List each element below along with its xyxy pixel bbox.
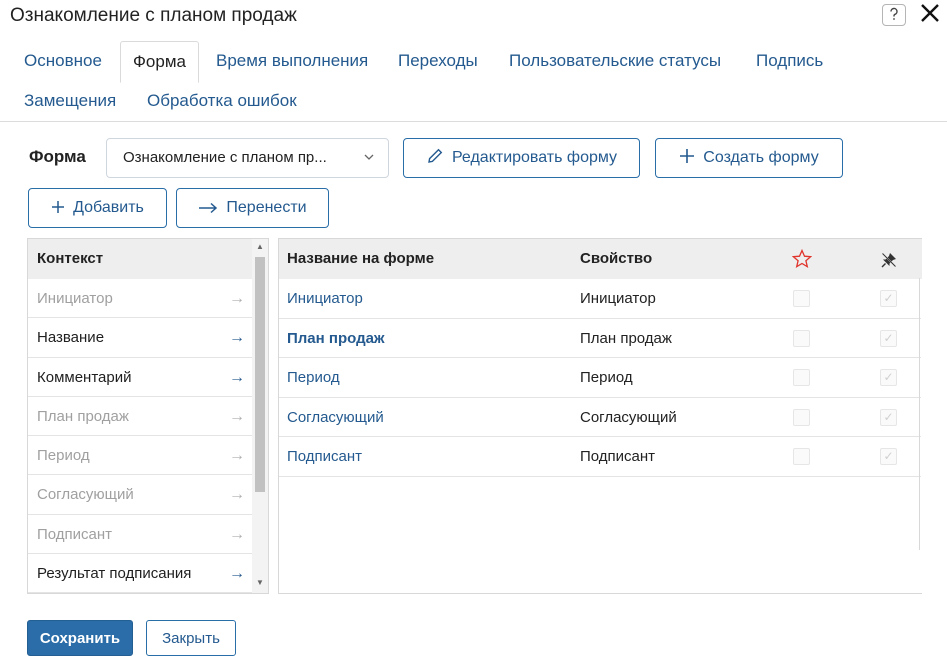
tab-signature[interactable]: Подпись [756,41,823,81]
field-name-link[interactable]: Подписант [287,437,362,476]
context-item-label: Подписант [37,525,113,543]
arrow-right-icon [198,198,218,218]
required-checkbox[interactable] [793,408,810,426]
readonly-checkbox[interactable]: ✓ [880,369,897,386]
fields-right-border [919,278,920,550]
context-panel: Контекст Инициатор → Название → Комментарий →… [27,238,269,594]
tab-substitutions[interactable]: Замещения [24,81,116,121]
readonly-checkbox[interactable]: ✓ [880,329,897,347]
field-name-link[interactable]: Период [287,358,340,397]
context-item[interactable]: Согласующий → [28,475,253,515]
field-property: Период [580,369,633,386]
field-property: Согласующий [580,408,677,426]
field-name-link[interactable]: Согласующий [287,398,384,437]
fields-panel: Название на форме Свойство Инициатор Иниц… [278,238,922,594]
required-checkbox[interactable] [793,448,810,465]
scroll-up-icon[interactable]: ▲ [255,242,265,254]
arrow-right-icon[interactable]: → [229,436,245,475]
scroll-thumb[interactable] [255,257,265,492]
create-form-button[interactable]: Создать форму [655,138,843,178]
arrow-right-icon[interactable]: → [229,554,245,593]
field-property: План продаж [580,329,672,347]
context-item[interactable]: Период → [28,436,253,476]
context-item-label: Инициатор [37,290,113,307]
required-checkbox[interactable] [793,329,810,347]
arrow-right-icon[interactable]: → [229,279,245,318]
scroll-down-icon[interactable]: ▼ [255,578,265,590]
context-item[interactable]: Результат подписания → [28,554,253,593]
context-item-label: Результат подписания [37,565,192,583]
readonly-checkbox[interactable]: ✓ [880,290,897,307]
tab-transitions[interactable]: Переходы [398,41,478,81]
tab-user-statuses[interactable]: Пользовательские статусы [509,41,721,81]
context-header: Контекст [28,239,268,279]
table-row: Подписант Подписант ✓ [279,437,921,477]
create-form-label: Создать форму [703,149,819,166]
field-property: Подписант [580,448,656,465]
fields-header: Название на форме Свойство [279,239,922,279]
pin-icon [880,251,898,273]
arrow-right-icon[interactable]: → [229,515,245,554]
table-row: Согласующий Согласующий ✓ [279,398,921,437]
required-checkbox[interactable] [793,369,810,386]
form-label: Форма [29,147,86,166]
plus-icon [51,198,65,218]
close-button[interactable] [917,2,943,28]
pencil-icon [426,147,444,170]
add-label: Добавить [73,199,144,216]
field-property: Инициатор [580,290,656,307]
arrow-right-icon[interactable]: → [229,358,245,397]
tab-error-handling[interactable]: Обработка ошибок [147,81,297,121]
dialog-title: Ознакомление с планом продаж [10,5,297,26]
header-form-name: Название на форме [287,250,435,267]
form-select[interactable]: Ознакомление с планом пр... [106,138,389,178]
save-button[interactable]: Сохранить [27,620,133,656]
chevron-down-icon [364,139,374,192]
arrow-right-icon[interactable]: → [229,475,245,514]
plus-icon [679,148,695,168]
context-item[interactable]: Комментарий → [28,358,253,397]
star-icon [791,248,813,273]
context-scrollbar[interactable]: ▲ ▼ [252,239,268,593]
field-name-link[interactable]: План продаж [287,319,385,358]
close-icon [920,0,940,29]
context-item-label: Комментарий [37,368,132,386]
move-label: Перенести [226,199,307,216]
context-item[interactable]: Инициатор → [28,279,253,319]
close-dialog-button[interactable]: Закрыть [146,620,236,656]
table-row: Инициатор Инициатор ✓ [279,279,921,319]
readonly-checkbox[interactable]: ✓ [880,408,897,426]
edit-form-label: Редактировать форму [451,149,618,166]
context-item-label: Согласующий [37,486,134,504]
help-button[interactable] [882,4,906,26]
tab-form[interactable]: Форма [120,41,199,83]
required-checkbox[interactable] [793,290,810,307]
header-property: Свойство [580,250,653,267]
table-row: План продаж План продаж ✓ [279,319,921,358]
field-name-link[interactable]: Инициатор [287,279,363,318]
context-item-label: План продаж [37,407,129,425]
context-item-label: Период [37,447,90,465]
add-button[interactable]: Добавить [28,188,167,228]
edit-form-button[interactable]: Редактировать форму [403,138,640,178]
move-button[interactable]: Перенести [176,188,329,228]
context-item[interactable]: Подписант → [28,515,253,555]
table-row: Период Период ✓ [279,358,921,398]
context-item[interactable]: Название → [28,318,253,358]
tab-main[interactable]: Основное [24,41,102,81]
readonly-checkbox[interactable]: ✓ [880,448,897,465]
arrow-right-icon[interactable]: → [229,318,245,357]
context-item-label: Название [37,329,105,347]
tab-execution-time[interactable]: Время выполнения [216,41,368,81]
context-item[interactable]: План продаж → [28,397,253,437]
question-icon [888,7,900,24]
arrow-right-icon[interactable]: → [229,397,245,436]
tabs-divider [0,121,947,122]
form-select-value: Ознакомление с планом пр... [123,149,327,166]
